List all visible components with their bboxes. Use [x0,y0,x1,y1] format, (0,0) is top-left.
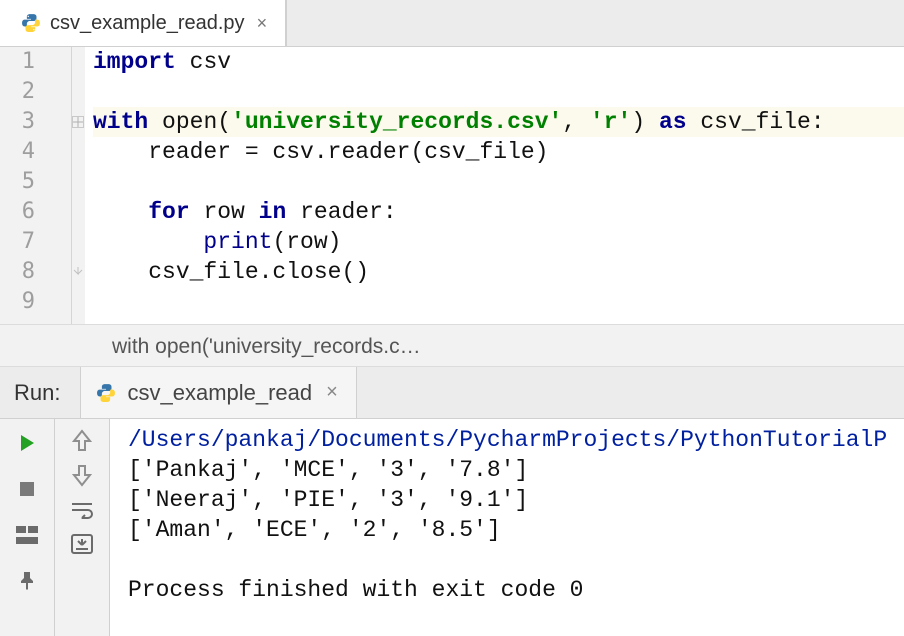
close-icon[interactable]: × [253,11,272,36]
run-tool-window: /Users/pankaj/Documents/PycharmProjects/… [0,419,904,636]
soft-wrap-icon[interactable] [70,501,94,519]
code-line[interactable]: with open('university_records.csv', 'r')… [93,107,904,137]
stdout-line: ['Neeraj', 'PIE', '3', '9.1'] [128,485,904,515]
code-area[interactable]: import csv with open('university_records.… [85,47,904,324]
editor-tab[interactable]: csv_example_read.py × [0,0,286,46]
close-icon[interactable]: × [322,379,342,406]
stdout-line: ['Aman', 'ECE', '2', '8.5'] [128,515,904,545]
gutter-separator [71,47,85,324]
run-label: Run: [0,367,80,418]
code-line[interactable]: csv_file.close() [93,257,904,287]
scroll-to-end-icon[interactable] [70,533,94,555]
process-status: Process finished with exit code 0 [128,575,904,605]
run-tab-label: csv_example_read [127,380,312,406]
gutter: 123456789 [0,47,85,324]
editor-tab-label: csv_example_read.py [50,12,245,35]
stop-button[interactable] [13,475,41,503]
tab-bar-spacer [286,0,904,46]
rerun-button[interactable] [13,429,41,457]
interpreter-path: /Users/pankaj/Documents/PycharmProjects/… [128,425,904,455]
pin-button[interactable] [13,567,41,595]
code-line[interactable] [93,167,904,197]
run-actions-toolbar [0,419,55,636]
layout-button[interactable] [13,521,41,549]
code-line[interactable] [93,77,904,107]
stdout-line: ['Pankaj', 'MCE', '3', '7.8'] [128,455,904,485]
code-line[interactable] [93,287,904,317]
code-editor[interactable]: 123456789 import csv with open('universit… [0,47,904,324]
editor-tab-bar: csv_example_read.py × [0,0,904,47]
python-file-icon [95,382,117,404]
run-tab[interactable]: csv_example_read × [80,367,356,418]
breadcrumb[interactable]: with open('university_records.c… [0,324,904,367]
code-line[interactable]: for row in reader: [93,197,904,227]
python-file-icon [20,12,42,34]
arrow-up-icon[interactable] [72,429,92,451]
run-tool-header: Run: csv_example_read × [0,367,904,419]
console-actions-toolbar [55,419,110,636]
code-line[interactable]: import csv [93,47,904,77]
code-line[interactable]: print(row) [93,227,904,257]
console-output[interactable]: /Users/pankaj/Documents/PycharmProjects/… [110,419,904,636]
code-line[interactable]: reader = csv.reader(csv_file) [93,137,904,167]
arrow-down-icon[interactable] [72,465,92,487]
